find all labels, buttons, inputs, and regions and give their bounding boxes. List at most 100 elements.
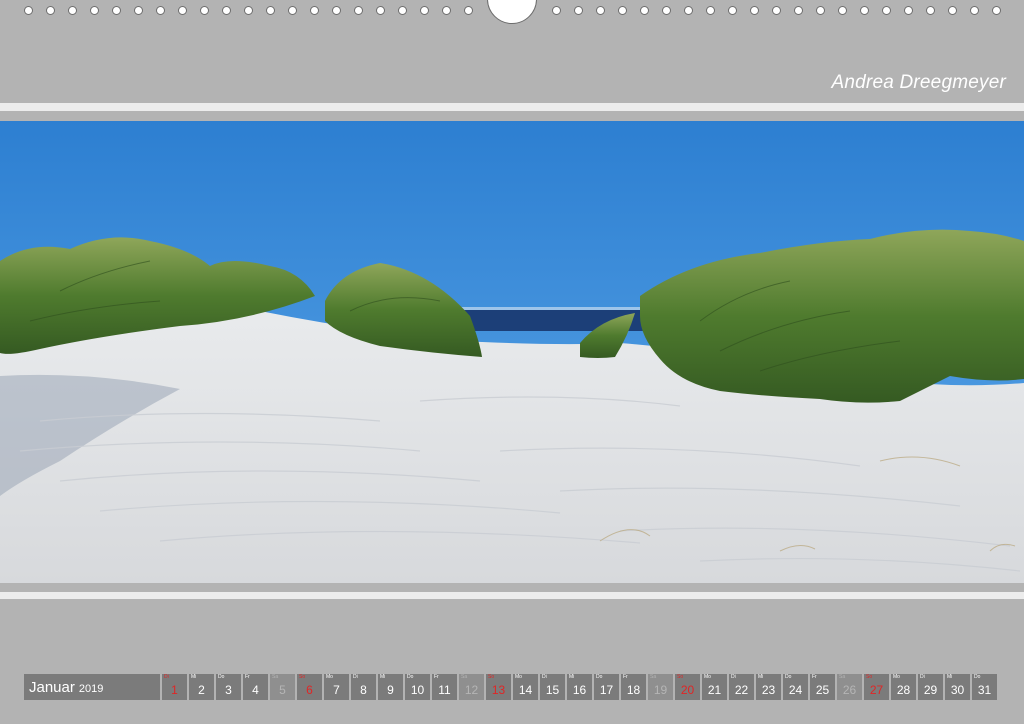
day-number: 19	[653, 683, 668, 697]
calendar-day: Sa 26	[837, 674, 862, 700]
binding-hole	[816, 6, 825, 15]
weekday-abbrev: Sa	[272, 674, 279, 680]
day-number: 4	[252, 683, 259, 697]
day-number: 1	[171, 683, 178, 697]
day-number: 15	[545, 683, 560, 697]
binding-hole	[310, 6, 319, 15]
weekday-abbrev: Do	[785, 674, 792, 680]
weekday-abbrev: Di	[164, 674, 169, 680]
day-number: 27	[869, 683, 884, 697]
binding-hole	[464, 6, 473, 15]
calendar-day: Mi 2	[189, 674, 214, 700]
day-cells: Di 1 Mi 2 Do 3 Fr 4 Sa 5 So 6 Mo 7 Di 8 Mi 9 Do 10 Fr 11 Sa 12 S…	[162, 674, 997, 700]
binding-hole	[46, 6, 55, 15]
day-number: 31	[977, 683, 992, 697]
weekday-abbrev: Mi	[191, 674, 197, 680]
binding-hole	[178, 6, 187, 15]
binding-hole	[244, 6, 253, 15]
dune-photo	[0, 121, 1024, 583]
weekday-abbrev: Di	[353, 674, 358, 680]
calendar-day: Di 22	[729, 674, 754, 700]
binding-hole	[354, 6, 363, 15]
weekday-abbrev: Fr	[245, 674, 250, 680]
weekday-abbrev: Fr	[434, 674, 439, 680]
calendar-year: 2019	[78, 682, 104, 695]
calendar-day: Di 1	[162, 674, 187, 700]
day-number: 2	[198, 683, 205, 697]
day-number: 14	[518, 683, 533, 697]
calendar-day: So 6	[297, 674, 322, 700]
binding-hole	[398, 6, 407, 15]
calendar-day: Mo 14	[513, 674, 538, 700]
calendar-day: Di 29	[918, 674, 943, 700]
day-number: 17	[599, 683, 614, 697]
calendar-day: So 20	[675, 674, 700, 700]
month-label: Januar 2019	[24, 674, 160, 700]
binding-hole	[904, 6, 913, 15]
day-number: 5	[279, 683, 286, 697]
weekday-abbrev: Sa	[650, 674, 657, 680]
day-number: 28	[896, 683, 911, 697]
binding-hole	[420, 6, 429, 15]
binding-hole	[860, 6, 869, 15]
binding-hole	[926, 6, 935, 15]
top-divider	[0, 103, 1024, 111]
day-number: 3	[225, 683, 232, 697]
weekday-abbrev: Mi	[758, 674, 764, 680]
weekday-abbrev: Di	[920, 674, 925, 680]
binding-hole	[728, 6, 737, 15]
day-number: 6	[306, 683, 313, 697]
binding-hole	[332, 6, 341, 15]
calendar-day: Sa 12	[459, 674, 484, 700]
binding-hole	[266, 6, 275, 15]
weekday-abbrev: Fr	[812, 674, 817, 680]
calendar-day: Mi 30	[945, 674, 970, 700]
binding-hole	[442, 6, 451, 15]
weekday-abbrev: Mo	[704, 674, 711, 680]
binding-hole	[596, 6, 605, 15]
calendar-day: Mo 28	[891, 674, 916, 700]
binding-hole	[112, 6, 121, 15]
day-number: 30	[950, 683, 965, 697]
binding-hole	[706, 6, 715, 15]
weekday-abbrev: Di	[542, 674, 547, 680]
day-number: 16	[572, 683, 587, 697]
weekday-abbrev: Do	[596, 674, 603, 680]
spiral-binding	[0, 0, 1024, 26]
binding-hole	[992, 6, 1001, 15]
calendar-day: Mi 16	[567, 674, 592, 700]
binding-hole	[750, 6, 759, 15]
calendar-day: Sa 5	[270, 674, 295, 700]
day-number: 20	[680, 683, 695, 697]
weekday-abbrev: Di	[731, 674, 736, 680]
month-calendar-strip: Januar 2019 Di 1 Mi 2 Do 3 Fr 4 Sa 5 So 6 Mo 7 Di 8 Mi 9 D…	[24, 674, 1001, 700]
weekday-abbrev: So	[677, 674, 684, 680]
day-number: 18	[626, 683, 641, 697]
weekday-abbrev: Mo	[326, 674, 333, 680]
day-number: 8	[360, 683, 367, 697]
binding-hole	[882, 6, 891, 15]
weekday-abbrev: Mo	[893, 674, 900, 680]
binding-hole	[662, 6, 671, 15]
weekday-abbrev: Fr	[623, 674, 628, 680]
calendar-day: Do 31	[972, 674, 997, 700]
weekday-abbrev: So	[488, 674, 495, 680]
binding-hole	[552, 6, 561, 15]
binding-hole	[222, 6, 231, 15]
hanger-notch	[487, 0, 537, 24]
weekday-abbrev: Mi	[569, 674, 575, 680]
binding-hole	[838, 6, 847, 15]
weekday-abbrev: Mi	[380, 674, 386, 680]
binding-hole	[24, 6, 33, 15]
binding-hole	[574, 6, 583, 15]
weekday-abbrev: Mo	[515, 674, 522, 680]
calendar-day: Fr 18	[621, 674, 646, 700]
binding-hole	[68, 6, 77, 15]
weekday-abbrev: Do	[218, 674, 225, 680]
day-number: 12	[464, 683, 479, 697]
calendar-day: Do 10	[405, 674, 430, 700]
binding-hole	[134, 6, 143, 15]
weekday-abbrev: Mi	[947, 674, 953, 680]
binding-hole	[156, 6, 165, 15]
day-number: 21	[707, 683, 722, 697]
